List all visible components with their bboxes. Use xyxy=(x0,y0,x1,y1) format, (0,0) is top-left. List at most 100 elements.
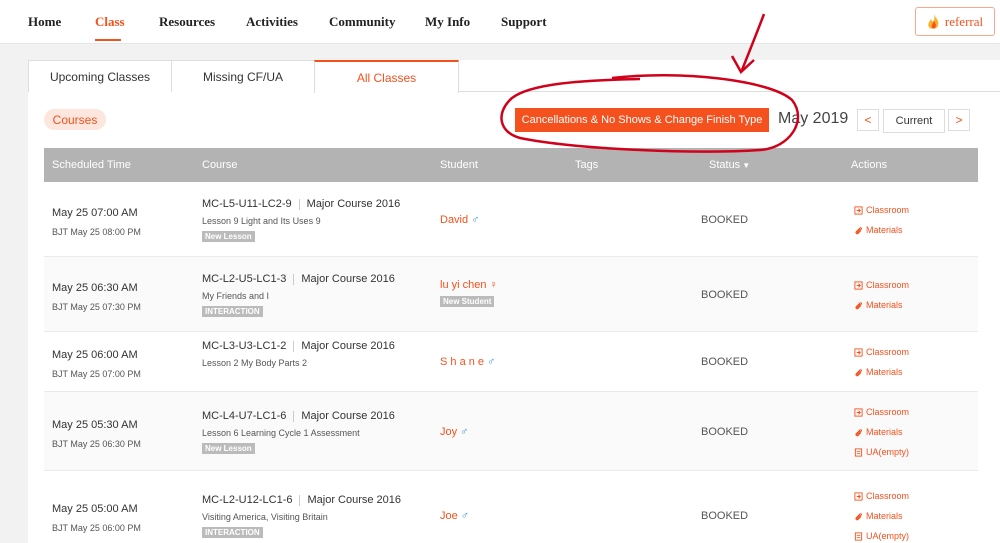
lesson-name: Visiting America, Visiting Britain xyxy=(202,512,328,522)
separator xyxy=(293,340,295,352)
course-name: Major Course 2016 xyxy=(301,340,395,352)
document-icon xyxy=(854,447,863,457)
course-title: MC-L5-U11-LC2-9 Major Course 2016 xyxy=(202,198,400,210)
student-name-text: lu yi chen xyxy=(440,279,487,291)
materials-link[interactable]: Materials xyxy=(854,299,909,311)
student-cell: Joy ♂ xyxy=(440,426,468,438)
nav-resources[interactable]: Resources xyxy=(159,14,215,30)
tab-upcoming-classes[interactable]: Upcoming Classes xyxy=(28,60,172,92)
nav-activities[interactable]: Activities xyxy=(246,14,298,30)
classroom-link[interactable]: Classroom xyxy=(854,406,909,418)
student-name[interactable]: Joy ♂ xyxy=(440,426,468,438)
classes-card: Upcoming Classes Missing CF/UA All Class… xyxy=(28,60,1000,543)
separator xyxy=(298,198,300,210)
bjt-time: BJT May 25 07:30 PM xyxy=(52,302,141,312)
female-icon: ♀ xyxy=(489,279,498,291)
course-title: MC-L2-U5-LC1-3 Major Course 2016 xyxy=(202,273,395,285)
student-name[interactable]: David ♂ xyxy=(440,214,479,226)
ua-empty-link-label: UA(empty) xyxy=(866,531,910,541)
courses-filter[interactable]: Courses xyxy=(44,109,106,130)
nav-home[interactable]: Home xyxy=(28,14,61,30)
time-cell: May 25 05:30 AM BJT May 25 06:30 PM xyxy=(52,419,141,449)
referral-button[interactable]: referral xyxy=(915,7,995,36)
materials-link-label: Materials xyxy=(866,511,903,521)
nav-community[interactable]: Community xyxy=(329,14,395,30)
current-month-button[interactable]: Current xyxy=(883,109,945,133)
paperclip-icon xyxy=(855,512,862,520)
header-student: Student xyxy=(440,159,478,171)
nav-my-info[interactable]: My Info xyxy=(425,14,470,30)
time-cell: May 25 07:00 AM BJT May 25 08:00 PM xyxy=(52,207,141,237)
nav-active-underline xyxy=(95,39,121,41)
scheduled-time: May 25 05:30 AM xyxy=(52,419,138,431)
lesson-tag: New Lesson xyxy=(202,443,255,454)
enter-classroom-icon xyxy=(854,280,863,290)
nav-support[interactable]: Support xyxy=(501,14,547,30)
lesson-tag: INTERACTION xyxy=(202,306,263,317)
actions-cell: Classroom Materials UA(empty) xyxy=(854,406,909,466)
student-name[interactable]: S h a n e ♂ xyxy=(440,356,495,368)
classroom-link[interactable]: Classroom xyxy=(854,346,909,358)
male-icon: ♂ xyxy=(460,510,469,522)
course-cell: MC-L2-U12-LC1-6 Major Course 2016 Visitin… xyxy=(202,494,401,540)
ua-empty-link[interactable]: UA(empty) xyxy=(854,446,909,458)
materials-link[interactable]: Materials xyxy=(854,426,909,438)
enter-classroom-icon xyxy=(854,347,863,357)
course-code: MC-L3-U3-LC1-2 xyxy=(202,340,287,352)
header-course: Course xyxy=(202,159,238,171)
student-name[interactable]: lu yi chen ♀ xyxy=(440,279,498,291)
time-cell: May 25 06:30 AM BJT May 25 07:30 PM xyxy=(52,282,141,312)
bjt-time: BJT May 25 06:30 PM xyxy=(52,439,141,449)
materials-link-label: Materials xyxy=(866,427,903,437)
student-name[interactable]: Joe ♂ xyxy=(440,510,469,522)
time-cell: May 25 06:00 AM BJT May 25 07:00 PM xyxy=(52,349,141,379)
enter-classroom-icon xyxy=(854,407,863,417)
header-status[interactable]: Status ▼ xyxy=(709,159,750,171)
cancellations-button[interactable]: Cancellations & No Shows & Change Finish… xyxy=(515,108,769,132)
male-icon: ♂ xyxy=(460,426,469,438)
status-badge: BOOKED xyxy=(701,356,749,368)
materials-link[interactable]: Materials xyxy=(854,224,909,236)
classroom-link[interactable]: Classroom xyxy=(854,204,909,216)
student-cell: Joe ♂ xyxy=(440,510,469,522)
actions-cell: Classroom Materials xyxy=(854,346,909,386)
tab-missing-cf-ua[interactable]: Missing CF/UA xyxy=(171,60,315,92)
table-row: May 25 06:30 AM BJT May 25 07:30 PM MC-L… xyxy=(44,257,978,332)
classroom-link-label: Classroom xyxy=(866,407,910,417)
course-cell: MC-L2-U5-LC1-3 Major Course 2016 My Frien… xyxy=(202,273,395,319)
nav-class[interactable]: Class xyxy=(95,14,125,30)
paperclip-icon xyxy=(855,368,862,376)
scheduled-time: May 25 06:00 AM xyxy=(52,349,138,361)
materials-link[interactable]: Materials xyxy=(854,510,909,522)
course-title: MC-L3-U3-LC1-2 Major Course 2016 xyxy=(202,340,395,352)
course-cell: MC-L5-U11-LC2-9 Major Course 2016 Lesson … xyxy=(202,198,400,244)
course-title: MC-L4-U7-LC1-6 Major Course 2016 xyxy=(202,410,395,422)
classroom-link-label: Classroom xyxy=(866,205,910,215)
header-status-label: Status xyxy=(709,159,741,171)
actions-cell: Classroom Materials UA(empty) xyxy=(854,490,909,543)
classroom-link[interactable]: Classroom xyxy=(854,490,909,502)
tab-all-classes[interactable]: All Classes xyxy=(314,60,459,93)
table-row: May 25 05:30 AM BJT May 25 06:30 PM MC-L… xyxy=(44,392,978,471)
next-month-button[interactable]: > xyxy=(948,109,970,131)
month-label: May 2019 xyxy=(778,110,849,127)
classroom-link[interactable]: Classroom xyxy=(854,279,909,291)
course-name: Major Course 2016 xyxy=(306,198,401,210)
prev-month-button[interactable]: < xyxy=(857,109,879,131)
materials-link-label: Materials xyxy=(866,367,903,377)
table-row: May 25 07:00 AM BJT May 25 08:00 PM MC-L… xyxy=(44,182,978,257)
referral-label: referral xyxy=(944,13,984,29)
student-name-text: S h a n e xyxy=(440,356,485,368)
materials-link-label: Materials xyxy=(866,225,903,235)
time-cell: May 25 05:00 AM BJT May 25 06:00 PM xyxy=(52,503,141,533)
ua-empty-link[interactable]: UA(empty) xyxy=(854,530,909,542)
course-code: MC-L4-U7-LC1-6 xyxy=(202,410,287,422)
classroom-link-label: Classroom xyxy=(866,491,910,501)
course-name: Major Course 2016 xyxy=(301,273,395,285)
course-cell: MC-L4-U7-LC1-6 Major Course 2016 Lesson 6… xyxy=(202,410,395,456)
student-cell: S h a n e ♂ xyxy=(440,356,495,368)
scheduled-time: May 25 07:00 AM xyxy=(52,207,138,219)
flame-icon xyxy=(928,13,939,29)
bjt-time: BJT May 25 07:00 PM xyxy=(52,369,141,379)
materials-link[interactable]: Materials xyxy=(854,366,909,378)
